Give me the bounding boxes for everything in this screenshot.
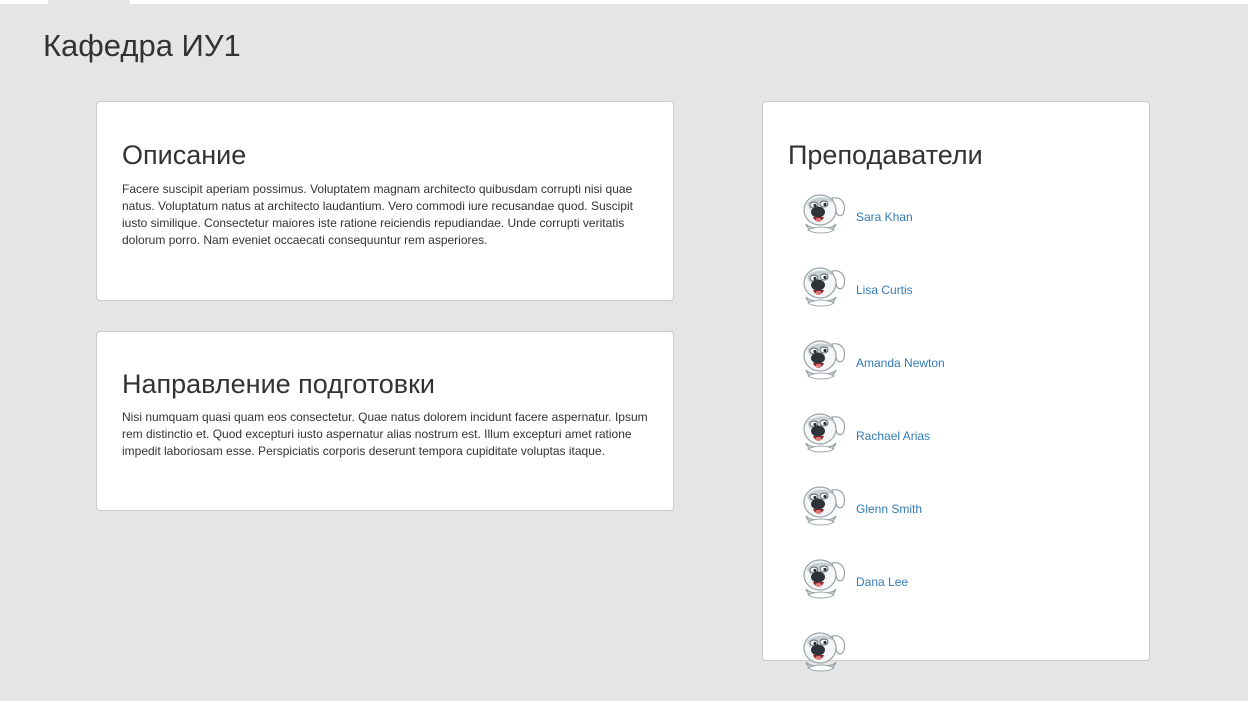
direction-heading: Направление подготовки bbox=[122, 369, 435, 399]
dog-avatar-icon bbox=[798, 555, 850, 607]
description-heading: Описание bbox=[122, 140, 247, 170]
teachers-panel: Преподаватели Sara Khan Lisa Curtis Aman… bbox=[762, 101, 1150, 661]
dog-avatar-icon bbox=[798, 336, 850, 388]
dog-avatar-icon bbox=[798, 190, 850, 242]
description-panel: Описание Facere suscipit aperiam possimu… bbox=[96, 101, 674, 301]
teacher-link[interactable]: Rachael Arias bbox=[856, 429, 930, 443]
teachers-heading: Преподаватели bbox=[788, 140, 983, 170]
dog-avatar-icon bbox=[798, 482, 850, 534]
direction-text: Nisi numquam quasi quam eos consectetur.… bbox=[122, 410, 648, 458]
dog-avatar-icon bbox=[798, 409, 850, 461]
page-title: Кафедра ИУ1 bbox=[43, 28, 241, 63]
teacher-link[interactable]: Dana Lee bbox=[856, 575, 908, 589]
teacher-link[interactable]: Lisa Curtis bbox=[856, 283, 913, 297]
direction-panel: Направление подготовки Nisi numquam quas… bbox=[96, 331, 674, 511]
teacher-link[interactable]: Amanda Newton bbox=[856, 356, 945, 370]
top-tab-strip bbox=[0, 0, 1248, 4]
dog-avatar-icon bbox=[798, 628, 850, 680]
description-text: Facere suscipit aperiam possimus. Volupt… bbox=[122, 182, 633, 247]
teacher-link[interactable]: Glenn Smith bbox=[856, 502, 922, 516]
active-tab-indicator bbox=[48, 0, 130, 4]
dog-avatar-icon bbox=[798, 263, 850, 315]
teacher-link[interactable]: Sara Khan bbox=[856, 210, 913, 224]
